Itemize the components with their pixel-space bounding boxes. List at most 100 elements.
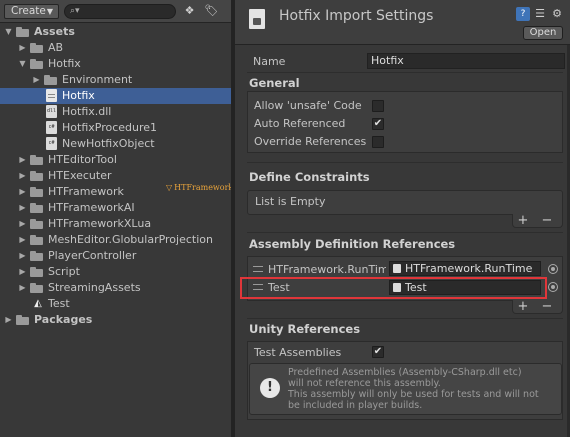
asm-ref-value: HTFramework.RunTime [405,262,533,275]
expand-arrow-icon[interactable]: ▼ [18,56,27,72]
tree-item-label: Packages [34,313,93,326]
tree-item-playercontroller[interactable]: ▶ PlayerController [0,248,231,264]
project-panel: Create ▼ ⌕▾ ❖ 🏷 ▼ Assets ▶ AB ▼ Hotfix ▶… [0,0,233,437]
tree-item-hotfixprocedure1[interactable]: c# HotfixProcedure1 [0,120,231,136]
override-references-checkbox[interactable] [372,136,384,148]
divider [247,72,563,73]
expand-arrow-icon[interactable]: ▼ [4,24,13,40]
tree-item-streamingassets[interactable]: ▶ StreamingAssets [0,280,231,296]
folder-icon [30,155,43,165]
folder-icon [30,267,43,277]
asm-remove-button[interactable]: − [540,300,554,313]
unity-editor-window: Create ▼ ⌕▾ ❖ 🏷 ▼ Assets ▶ AB ▼ Hotfix ▶… [0,0,570,437]
create-dropdown[interactable]: Create ▼ [4,4,59,19]
asm-ref-object-field[interactable]: HTFramework.RunTime [389,261,541,276]
tree-item-environment[interactable]: ▶ Environment [0,72,231,88]
tree-item-label: HTExecuter [48,169,112,182]
tree-item-hotfix-asmdef[interactable]: Hotfix [0,88,231,104]
collapse-arrow-icon[interactable]: ▶ [18,40,27,56]
list-empty-text: List is Empty [255,195,326,208]
settings-gear-icon[interactable]: ⚙ [550,7,564,21]
tree-item-label: MeshEditor.GlobularProjection [48,233,213,246]
tree-item-hotfix-dll[interactable]: dll Hotfix.dll [0,104,231,120]
htframework-logo: ▽ HTFramework [166,183,235,192]
folder-icon [30,187,43,197]
tree-item-assets[interactable]: ▼ Assets [0,24,231,40]
chevron-down-icon: ▼ [46,7,53,16]
tree-item-mesheditor[interactable]: ▶ MeshEditor.GlobularProjection [0,232,231,248]
folder-icon [30,203,43,213]
help-book-icon[interactable]: ? [516,7,530,21]
presets-icon[interactable]: ☰ [533,7,547,21]
tree-item-label: Hotfix.dll [62,105,112,118]
collapse-arrow-icon[interactable]: ▶ [18,200,27,216]
unity-references-header: Unity References [249,322,361,336]
tree-item-htexecuter[interactable]: ▶ HTExecuter [0,168,231,184]
divider [247,318,563,319]
tree-item-htframeworkai[interactable]: ▶ HTFrameworkAI [0,200,231,216]
search-icon: ⌕▾ [70,6,80,16]
collapse-arrow-icon[interactable]: ▶ [18,152,27,168]
tree-item-label: Script [48,265,80,278]
test-assemblies-checkbox[interactable]: ✔ [372,346,384,358]
tree-item-hteditortool[interactable]: ▶ HTEditorTool [0,152,231,168]
collapse-arrow-icon[interactable]: ▶ [18,216,27,232]
asmdef-large-icon [249,9,265,29]
dll-file-icon: dll [46,105,57,118]
help-text-line: will not reference this assembly. [288,378,441,389]
tree-item-ab[interactable]: ▶ AB [0,40,231,56]
csharp-script-icon: c# [46,121,57,134]
collapse-arrow-icon[interactable]: ▶ [18,264,27,280]
folder-icon [30,171,43,181]
create-label: Create [11,5,46,17]
folder-icon [44,75,57,85]
tree-item-label: Test [48,297,70,310]
assembly-references-header: Assembly Definition References [249,237,456,251]
tree-item-hotfix-folder[interactable]: ▼ Hotfix [0,56,231,72]
tree-item-label: HotfixProcedure1 [62,121,158,134]
object-picker-icon[interactable] [548,264,558,274]
checkmark-icon: ✔ [373,346,383,357]
name-field[interactable]: Hotfix [367,53,565,69]
unity-scene-icon: ◭ [34,298,42,309]
filter-by-label-icon[interactable]: 🏷 [203,3,220,19]
folder-icon [30,251,43,261]
collapse-arrow-icon[interactable]: ▶ [4,312,13,328]
object-picker-icon[interactable] [548,282,558,292]
collapse-arrow-icon[interactable]: ▶ [18,184,27,200]
define-add-button[interactable]: + [516,214,530,227]
collapse-arrow-icon[interactable]: ▶ [32,72,41,88]
folder-icon [30,219,43,229]
tree-item-label: HTEditorTool [48,153,117,166]
collapse-arrow-icon[interactable]: ▶ [18,248,27,264]
help-text-line: Predefined Assemblies (Assembly-CSharp.d… [288,367,522,378]
auto-referenced-checkbox[interactable]: ✔ [372,118,384,130]
collapse-arrow-icon[interactable]: ▶ [18,168,27,184]
search-input[interactable]: ⌕▾ [64,4,176,19]
drag-handle-icon[interactable] [253,266,263,272]
tree-item-script[interactable]: ▶ Script [0,264,231,280]
folder-icon [30,283,43,293]
inspector-panel: Hotfix Import Settings ? ☰ ⚙ Open Name H… [235,0,570,437]
asm-add-button[interactable]: + [516,300,530,313]
open-button[interactable]: Open [523,26,563,40]
asmdef-file-icon [46,89,57,102]
allow-unsafe-checkbox[interactable] [372,100,384,112]
name-label: Name [253,55,286,68]
tree-item-label: Assets [34,25,75,38]
logo-text: HTFramework [174,183,234,192]
tree-item-htframeworkxlua[interactable]: ▶ HTFrameworkXLua [0,216,231,232]
tree-item-newhotfixobject[interactable]: c# NewHotfixObject [0,136,231,152]
collapse-arrow-icon[interactable]: ▶ [18,280,27,296]
tree-item-label: PlayerController [48,249,137,262]
project-toolbar: Create ▼ ⌕▾ ❖ 🏷 [0,0,231,23]
collapse-arrow-icon[interactable]: ▶ [18,232,27,248]
tree-item-label: HTFrameworkAI [48,201,135,214]
inspector-title: Hotfix Import Settings [279,8,434,24]
filter-by-type-icon[interactable]: ❖ [181,3,198,19]
tree-item-packages[interactable]: ▶ Packages [0,312,231,328]
tree-item-test-scene[interactable]: ◭ Test [0,296,231,312]
define-remove-button[interactable]: − [540,214,554,227]
tree-item-label: NewHotfixObject [62,137,155,150]
general-header: General [249,76,300,90]
